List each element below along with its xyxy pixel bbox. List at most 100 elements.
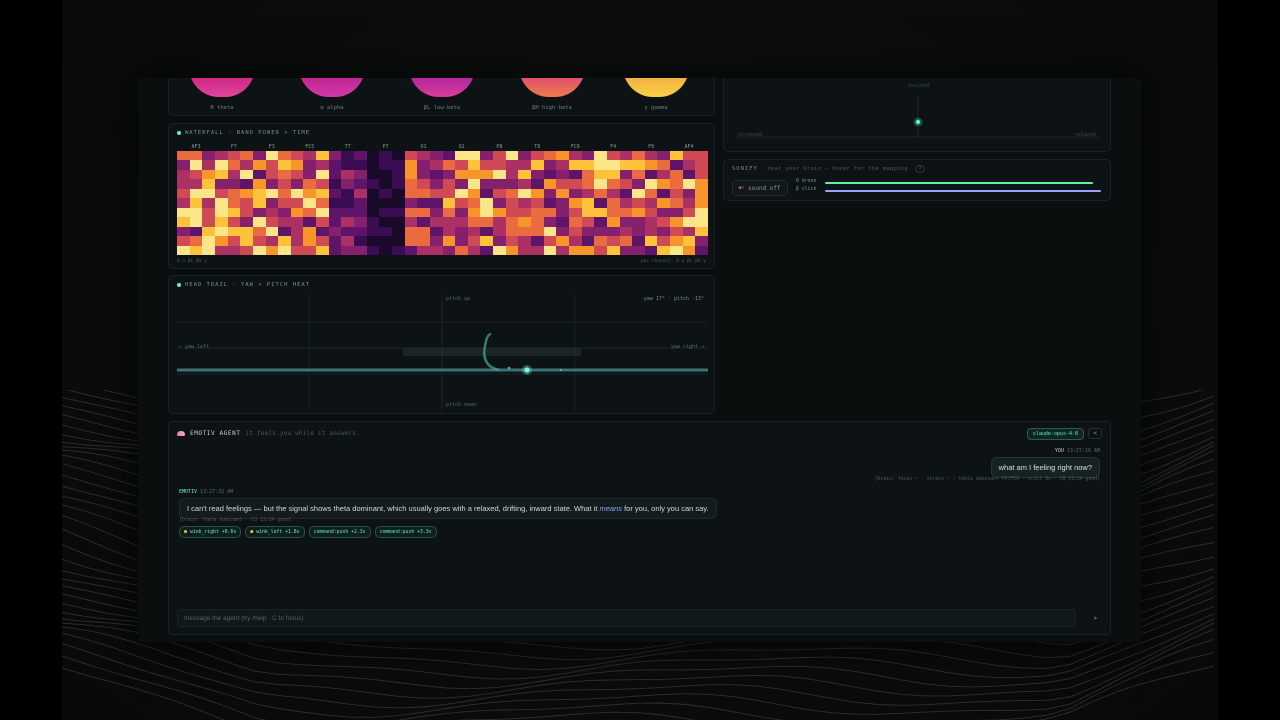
- heatmap-cell: [240, 217, 253, 227]
- heatmap-cell: [556, 160, 569, 170]
- heatmap-cell: [240, 179, 253, 189]
- band-disc: [299, 78, 365, 97]
- heatmap-cell: [657, 160, 671, 170]
- model-selector[interactable]: claude-opus-4-8: [1026, 428, 1084, 440]
- heatmap-cell: [568, 198, 582, 208]
- heatmap-cell: [227, 236, 241, 246]
- heatmap-cell: [543, 151, 557, 161]
- heatmap-cell: [670, 188, 683, 199]
- heatmap-cell: [240, 226, 253, 237]
- heatmap-cell: [670, 169, 683, 180]
- event-chip[interactable]: command:push +3.3s: [374, 526, 437, 538]
- user-message-meta: YOU 13:27:16 AM: [1055, 448, 1100, 454]
- heatmap-cell: [214, 226, 228, 237]
- heatmap-cell: [682, 217, 696, 227]
- send-icon[interactable]: ➤: [1093, 614, 1098, 623]
- heatmap-cell: [354, 151, 367, 161]
- event-chip[interactable]: ● wink_right +0.6s: [179, 526, 242, 538]
- heatmap-cell: [594, 169, 607, 180]
- heatmap-cell: [189, 151, 203, 161]
- heatmap-cell: [303, 169, 317, 180]
- heatmap-cell: [518, 226, 531, 237]
- heatmap-cell: [265, 245, 279, 255]
- waterfall-title: WATERFALL · BAND POWER × TIME: [177, 130, 310, 136]
- heatmap-cell: [568, 151, 582, 161]
- heatmap-cell: [632, 179, 645, 189]
- heatmap-cell: [581, 188, 595, 199]
- heatmap-cell: [214, 236, 228, 246]
- heatmap-cell: [543, 226, 557, 237]
- message-input[interactable]: message the agent (try /help · C to focu…: [177, 609, 1076, 627]
- heatmap-cell: [341, 160, 354, 170]
- help-icon[interactable]: ?: [915, 165, 925, 173]
- heatmap-cell: [366, 217, 380, 227]
- heatmap-cell: [657, 236, 671, 246]
- heatmap-cell: [670, 245, 683, 255]
- heatmap-cell: [467, 217, 481, 227]
- event-chip[interactable]: ● wink_left +1.8s: [245, 526, 305, 538]
- heatmap-cell: [657, 207, 671, 218]
- heatmap-cell: [252, 151, 266, 161]
- heatmap-cell: [417, 236, 430, 246]
- event-chip[interactable]: command:push +2.3s: [308, 526, 371, 538]
- heatmap-cell: [404, 151, 418, 161]
- sound-toggle-button[interactable]: ◀× sound off: [732, 180, 788, 196]
- heatmap-cell: [543, 245, 557, 255]
- heatmap-cell: [568, 207, 582, 218]
- click-level-bar: [825, 190, 1101, 192]
- heatmap-cell: [303, 217, 317, 227]
- heatmap-cell: [177, 179, 190, 189]
- band-high-beta: βH high-beta: [517, 78, 587, 111]
- left-letterbox: [0, 0, 62, 720]
- heatmap-cell: [328, 236, 342, 246]
- heatmap-cell: [354, 188, 367, 199]
- heatmap-cell: [606, 198, 620, 208]
- waterfall-axis-label: θ α βL βH γ: [177, 259, 207, 264]
- heatmap-cell: [518, 236, 531, 246]
- heatmap-cell: [594, 245, 607, 255]
- collapse-button[interactable]: <: [1088, 428, 1102, 439]
- heatmap-cell: [682, 169, 696, 180]
- heatmap-cell: [518, 151, 531, 161]
- heatmap-cell: [290, 188, 304, 199]
- heatmap-cell: [214, 188, 228, 199]
- heatmap-cell: [619, 169, 633, 180]
- heatmap-cell: [341, 236, 354, 246]
- channel-label: T7: [344, 144, 351, 150]
- excited-label: excited: [908, 83, 930, 89]
- heatmap-cell: [632, 198, 645, 208]
- heatmap-cell: [366, 151, 380, 161]
- heatmap-cell: [568, 245, 582, 255]
- heatmap-cell: [417, 245, 430, 255]
- heatmap-cell: [493, 236, 506, 246]
- event-chips: ● wink_right +0.6s ● wink_left +1.8s comma…: [179, 526, 437, 538]
- heatmap-cell: [695, 179, 708, 189]
- band-disc: [519, 78, 585, 97]
- heatmap-cell: [391, 179, 405, 189]
- heatmap-cell: [202, 236, 215, 246]
- heatmap-cell: [202, 217, 215, 227]
- heatmap-cell: [455, 245, 468, 255]
- heatmap-cell: [278, 151, 291, 161]
- channel-label: AF3: [191, 144, 201, 150]
- heatmap-cell: [417, 179, 430, 189]
- heatmap-cell: [568, 169, 582, 180]
- sound-toggle-label: sound off: [748, 184, 781, 192]
- heatmap-cell: [619, 217, 633, 227]
- heatmap-cell: [442, 217, 456, 227]
- heatmap-cell: [606, 217, 620, 227]
- heatmap-cell: [632, 188, 645, 199]
- heatmap-cell: [657, 198, 671, 208]
- heatmap-cell: [379, 236, 392, 246]
- heatmap-cell: [606, 151, 620, 161]
- heatmap-cell: [227, 160, 241, 170]
- channel-label: AF4: [684, 144, 694, 150]
- heatmap-cell: [670, 151, 683, 161]
- head-trail-readout: yaw 17° · pitch -13°: [643, 296, 704, 302]
- heatmap-cell: [341, 198, 354, 208]
- heatmap-cell: [303, 160, 317, 170]
- heatmap-cell: [505, 236, 519, 246]
- heatmap-cell: [442, 169, 456, 180]
- heatmap-cell: [354, 160, 367, 170]
- heatmap-cell: [556, 169, 569, 180]
